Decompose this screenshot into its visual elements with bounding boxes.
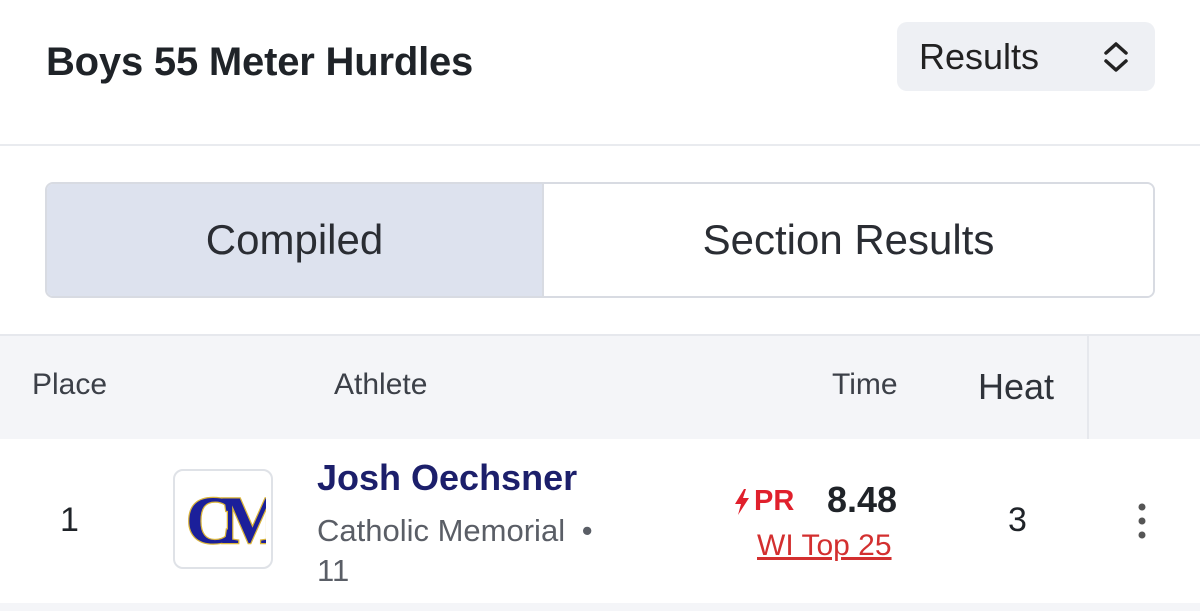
tab-compiled[interactable]: Compiled bbox=[47, 184, 544, 296]
header-place[interactable]: Place bbox=[32, 368, 107, 402]
svg-text:CM: CM bbox=[186, 482, 266, 557]
team-and-grade: Catholic Memorial • 11 bbox=[317, 511, 637, 591]
header-heat[interactable]: Heat bbox=[978, 366, 1054, 408]
tab-section-results[interactable]: Section Results bbox=[544, 184, 1153, 296]
team-logo: CM bbox=[173, 469, 273, 569]
event-title: Boys 55 Meter Hurdles bbox=[46, 40, 474, 84]
place-value: 1 bbox=[60, 501, 79, 539]
event-header: Boys 55 Meter Hurdles Results bbox=[0, 0, 1200, 146]
results-view-select[interactable]: Results bbox=[897, 22, 1155, 91]
results-view-select-value: Results bbox=[919, 35, 1040, 77]
lightning-bolt-icon bbox=[735, 488, 749, 515]
athlete-name-link[interactable]: Josh Oechsner bbox=[317, 457, 577, 499]
team-name: Catholic Memorial bbox=[317, 513, 566, 548]
more-options-icon[interactable] bbox=[1128, 499, 1156, 543]
header-athlete[interactable]: Athlete bbox=[334, 368, 427, 402]
catholic-memorial-logo: CM bbox=[185, 481, 266, 557]
ranking-link[interactable]: WI Top 25 bbox=[757, 529, 892, 563]
chevron-up-down-icon bbox=[1104, 42, 1128, 72]
pr-badge: PR bbox=[734, 485, 794, 518]
grade-value: 11 bbox=[317, 553, 350, 588]
header-time[interactable]: Time bbox=[832, 368, 898, 402]
time-value: 8.48 bbox=[827, 479, 898, 520]
separator-dot: • bbox=[581, 513, 593, 548]
results-tabs: Compiled Section Results bbox=[45, 182, 1155, 298]
row-divider bbox=[0, 603, 1200, 611]
table-header: Place Athlete Time Heat bbox=[0, 334, 1200, 439]
results-table: Place Athlete Time Heat 1 CM Josh Oechsn… bbox=[0, 334, 1200, 611]
heat-value: 3 bbox=[1008, 501, 1027, 539]
table-row[interactable]: 1 CM Josh Oechsner Catholic Memorial • 1… bbox=[0, 439, 1200, 611]
pr-label: PR bbox=[754, 485, 795, 517]
